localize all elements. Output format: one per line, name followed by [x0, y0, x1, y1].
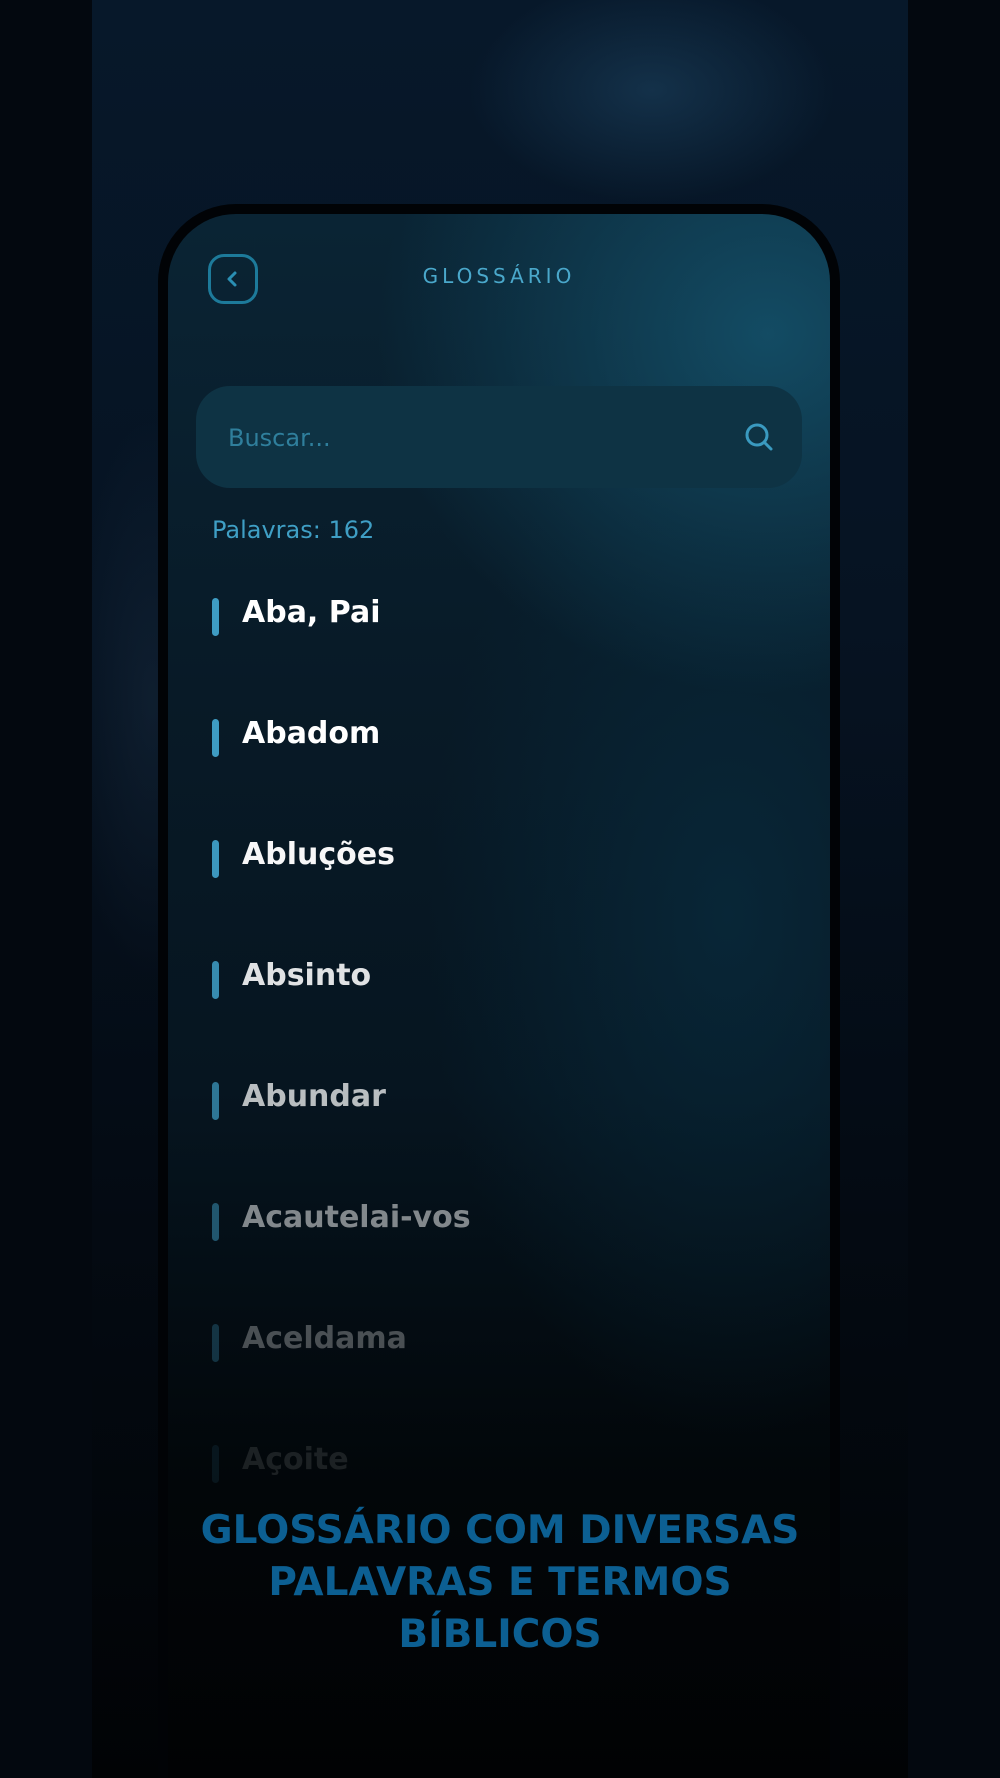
- glossary-word: Açoite: [242, 1442, 349, 1477]
- glossary-word: Acautelai-vos: [242, 1200, 471, 1235]
- search-input[interactable]: [226, 386, 710, 490]
- glossary-word: Abadom: [242, 716, 381, 751]
- accent-bar: [212, 1445, 219, 1483]
- word-count: Palavras: 162: [212, 516, 375, 544]
- search-icon[interactable]: [744, 422, 774, 452]
- caption-line: BÍBLICOS: [398, 1612, 602, 1657]
- accent-bar: [212, 598, 219, 636]
- accent-bar: [212, 1082, 219, 1120]
- search-bar: [196, 386, 802, 490]
- glossary-word: Abundar: [242, 1079, 386, 1114]
- list-item[interactable]: Absinto: [212, 958, 772, 1082]
- glossary-word: Absinto: [242, 958, 372, 993]
- list-item[interactable]: Abundar: [212, 1079, 772, 1203]
- accent-bar: [212, 719, 219, 757]
- glossary-list: Aba, Pai Abadom Abluções Absinto Abundar: [212, 595, 772, 1566]
- list-item[interactable]: Aba, Pai: [212, 595, 772, 719]
- promo-caption: GLOSSÁRIO COM DIVERSAS PALAVRAS E TERMOS…: [92, 1505, 908, 1661]
- glossary-word: Aceldama: [242, 1321, 407, 1356]
- accent-bar: [212, 961, 219, 999]
- list-item[interactable]: Abadom: [212, 716, 772, 840]
- list-item[interactable]: Acautelai-vos: [212, 1200, 772, 1324]
- accent-bar: [212, 1324, 219, 1362]
- glossary-word: Aba, Pai: [242, 595, 381, 630]
- page-title: GLOSSÁRIO: [422, 264, 576, 288]
- caption-line: GLOSSÁRIO COM DIVERSAS: [200, 1508, 800, 1553]
- accent-bar: [212, 1203, 219, 1241]
- accent-bar: [212, 840, 219, 878]
- caption-line: PALAVRAS E TERMOS: [268, 1560, 732, 1605]
- promo-canvas: GLOSSÁRIO Palavras: 162 Aba, Pai Abadom: [0, 0, 1000, 1778]
- list-item[interactable]: Abluções: [212, 837, 772, 961]
- glossary-word: Abluções: [242, 837, 395, 872]
- list-item[interactable]: Aceldama: [212, 1321, 772, 1445]
